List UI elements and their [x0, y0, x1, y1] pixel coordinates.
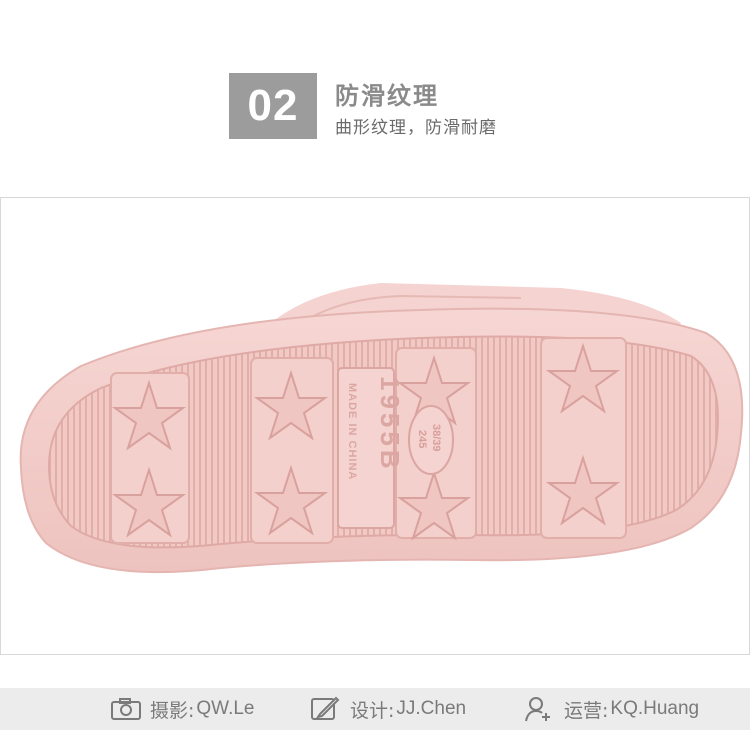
credit-value: KQ.Huang	[610, 698, 700, 719]
credit-value: QW.Le	[196, 698, 255, 719]
credit-label: 摄影:	[150, 699, 195, 722]
credit-label: 运营:	[564, 699, 609, 722]
user-add-icon	[524, 695, 558, 723]
size-top: 38/39	[430, 424, 442, 452]
section-subtitle: 曲形纹理，防滑耐磨	[335, 118, 497, 138]
slipper-sole-image: 1955B MADE IN CHINA 38/39 245	[19, 283, 744, 574]
credit-designer: 设计: JJ.Chen	[310, 688, 466, 730]
credits-bar: 摄影: QW.Le 设计: JJ.Chen 运营: KQ.Huang	[0, 688, 750, 730]
credit-operator: 运营: KQ.Huang	[524, 688, 699, 730]
section-title: 防滑纹理	[335, 82, 439, 110]
origin-text: MADE IN CHINA	[346, 383, 358, 480]
credit-label: 设计:	[350, 699, 395, 722]
credit-value: JJ.Chen	[396, 698, 467, 719]
size-bottom: 245	[416, 430, 428, 448]
credit-photographer: 摄影: QW.Le	[110, 688, 254, 730]
camera-icon	[110, 695, 144, 723]
section-number: 02	[229, 73, 317, 139]
section-header: 02 防滑纹理 曲形纹理，防滑耐磨	[229, 73, 749, 139]
product-photo: 1955B MADE IN CHINA 38/39 245	[0, 197, 750, 655]
brand-label: 1955B MADE IN CHINA	[337, 367, 405, 529]
brand-text: 1955B	[375, 376, 405, 473]
pencil-icon	[310, 695, 344, 723]
size-badge: 38/39 245	[408, 405, 454, 475]
